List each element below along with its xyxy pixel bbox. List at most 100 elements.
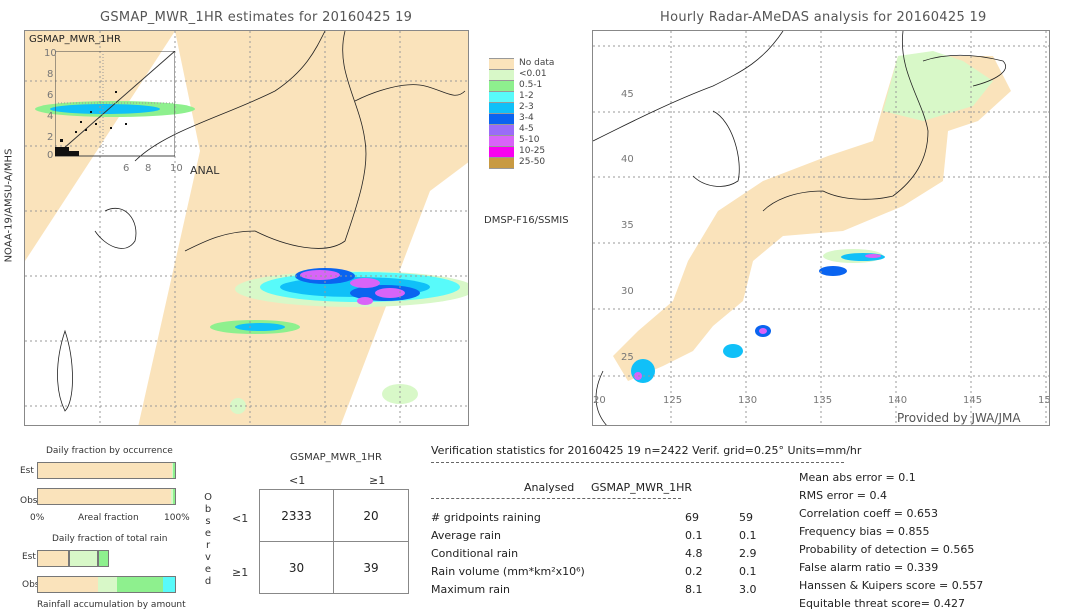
occ-axis-left: 0% [30, 513, 45, 523]
lat-tick: 30 [621, 286, 634, 297]
fraction-segment [37, 550, 69, 567]
fraction-segment [38, 463, 172, 478]
lat-tick: 25 [621, 352, 634, 363]
row-label-lt1: <1 [232, 512, 249, 525]
inset-scatter: GSMAP_MWR_1HR 10 8 6 4 2 0 [25, 31, 175, 161]
inset-xlabel: ANAL [190, 164, 220, 177]
verif-analysed-value: 69 [685, 511, 699, 524]
fraction-segment [38, 489, 172, 504]
occ-axis-mid: Areal fraction [78, 513, 139, 523]
legend-swatch [489, 125, 514, 136]
legend-label: 4-5 [519, 124, 534, 134]
gsmap-estimate-map: GSMAP_MWR_1HR 10 8 6 4 2 0 6 8 10 ANAL [24, 30, 469, 426]
occ-axis-right: 100% [164, 513, 190, 523]
legend-swatch [489, 70, 514, 81]
inset-xtick: 10 [170, 163, 183, 174]
lon-tick: 125 [663, 395, 683, 406]
verif-row-label: Conditional rain [431, 547, 519, 560]
rain-est-label: Est [22, 552, 36, 562]
fraction-segment [98, 550, 110, 567]
verification-header: Verification statistics for 20160425 19 … [431, 444, 862, 457]
verif-estimate-value: 59 [739, 511, 753, 524]
score-line: Correlation coeff = 0.653 [799, 507, 938, 520]
lon-tick: 20 [593, 395, 606, 406]
score-line: Mean abs error = 0.1 [799, 471, 916, 484]
sensor-label-left: NOAA-19/AMSU-A/MHS [3, 148, 15, 263]
legend-swatch [489, 158, 514, 169]
radar-amedas-map: 45 40 35 30 25 20 125 130 135 140 145 15… [592, 30, 1050, 426]
verif-analysed-value: 4.8 [685, 547, 703, 560]
legend-item: 1-2 [489, 91, 589, 103]
fraction-segment [98, 577, 118, 592]
occurrence-est-bar [37, 462, 176, 479]
legend-swatch [489, 103, 514, 114]
legend-item: 2-3 [489, 102, 589, 114]
right-map-title: Hourly Radar-AMeDAS analysis for 2016042… [660, 10, 987, 25]
legend-swatch [489, 114, 514, 125]
verif-analysed-value: 0.2 [685, 565, 703, 578]
inset-scatter-plot [55, 51, 175, 157]
verif-row-label: Rain volume (mm*km²x10⁶) [431, 565, 585, 578]
col-label-lt1: <1 [289, 474, 306, 487]
occ-est-label: Est [20, 466, 34, 476]
rain-obs-bar [37, 576, 176, 593]
verif-estimate-value: 0.1 [739, 529, 757, 542]
radar-map-svg [593, 31, 1049, 425]
cell-hit-neg: 2333 [259, 489, 334, 542]
contingency-header: GSMAP_MWR_1HR [290, 452, 382, 463]
inset-ytick: 6 [47, 90, 54, 101]
lon-tick: 140 [888, 395, 908, 406]
legend-label: 2-3 [519, 102, 534, 112]
legend-label: 3-4 [519, 113, 534, 123]
verif-estimate-value: 3.0 [739, 583, 757, 596]
left-map-title: GSMAP_MWR_1HR estimates for 20160425 19 [100, 10, 413, 25]
fraction-segment [117, 577, 163, 592]
score-line: Hanssen & Kuipers score = 0.557 [799, 579, 984, 592]
legend-swatch [489, 136, 514, 147]
lon-tick: 135 [813, 395, 833, 406]
divider [431, 498, 681, 499]
occ-obs-label: Obs [20, 496, 38, 506]
verif-row-label: Average rain [431, 529, 501, 542]
legend-label: <0.01 [519, 69, 547, 79]
legend-swatch [489, 81, 514, 92]
inset-ytick: 2 [47, 132, 54, 143]
lon-tick: 145 [963, 395, 983, 406]
legend-label: 25-50 [519, 157, 546, 167]
fraction-segment [68, 550, 99, 567]
verif-analysed-value: 0.1 [685, 529, 703, 542]
legend-item: 3-4 [489, 113, 589, 125]
occurrence-title: Daily fraction by occurrence [46, 446, 173, 456]
score-line: Probability of detection = 0.565 [799, 543, 975, 556]
sensor-label-right: DMSP-F16/SSMIS [484, 215, 569, 226]
col-analysed: Analysed [524, 481, 575, 494]
legend-label: No data [519, 58, 555, 68]
credit-label: Provided by JWA/JMA [897, 411, 1021, 425]
score-line: Frequency bias = 0.855 [799, 525, 930, 538]
occurrence-obs-bar [37, 488, 176, 505]
legend-item: 25-50 [489, 157, 589, 169]
rain-est-bar [37, 550, 176, 567]
legend-item: 0.5-1 [489, 80, 589, 92]
fraction-segment [172, 489, 175, 504]
cell-false-alarm: 20 [333, 489, 409, 542]
legend-label: 0.5-1 [519, 80, 543, 90]
color-legend: No data <0.01 0.5-1 1-2 2-3 3-4 4-5 5-10 10-25 25… [489, 48, 589, 178]
inset-xtick: 8 [145, 163, 152, 174]
inset-title: GSMAP_MWR_1HR [29, 34, 121, 45]
verif-estimate-value: 0.1 [739, 565, 757, 578]
verif-estimate-value: 2.9 [739, 547, 757, 560]
score-line: Equitable threat score= 0.427 [799, 597, 965, 610]
inset-ytick: 8 [47, 69, 54, 80]
fraction-segment [162, 577, 175, 592]
inset-ytick: 4 [47, 111, 54, 122]
divider [431, 462, 844, 463]
col-estimate: GSMAP_MWR_1HR [591, 481, 693, 494]
legend-swatch [489, 147, 514, 158]
legend-swatch [489, 48, 514, 59]
inset-ytick: 0 [47, 150, 54, 161]
col-label-ge1: ≥1 [369, 474, 386, 487]
lat-tick: 35 [621, 220, 634, 231]
row-label-ge1: ≥1 [232, 566, 249, 579]
inset-ytick: 10 [44, 48, 57, 59]
